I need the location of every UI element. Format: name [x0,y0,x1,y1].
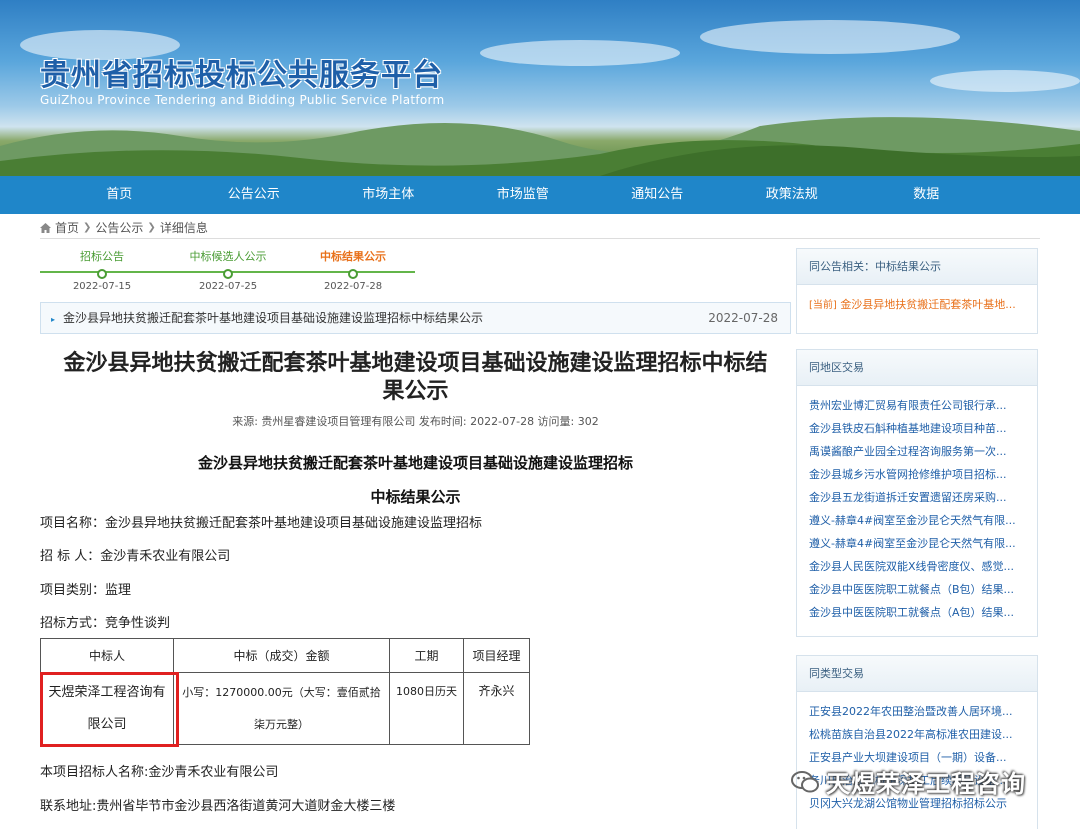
timeline-dot [97,269,107,279]
announcement-date: 2022-07-28 [708,311,778,325]
list-item[interactable]: 贵州宏业博汇贸易有限责任公司银行承... [809,394,1024,417]
amount-line-2: 柒万元整） [254,717,309,731]
amount-line-1: 小写：1270000.00元（大写：壹佰贰拾 [182,685,381,699]
chevron-right-icon: ❯ [83,222,92,233]
tenderer-name-footer: 本项目招标人名称:金沙青禾农业有限公司 [40,765,279,780]
header-banner: 贵州省招标投标公共服务平台 GuiZhou Province Tendering… [0,0,1080,176]
amount-cell: 小写：1270000.00元（大写：壹佰贰拾 柒万元整） [173,672,390,745]
contact-address: 联系地址:贵州省毕节市金沙县西洛街道黄河大道财金大楼三楼 [40,799,396,814]
home-icon [40,222,51,233]
table-header: 项目经理 [463,638,530,673]
sidebar-related-title: 同公告相关：中标结果公示 [797,249,1037,285]
timeline-date: 2022-07-25 [198,281,258,292]
breadcrumb: 首页 ❯ 公告公示 ❯ 详细信息 [40,219,208,236]
timeline-label: 中标结果公示 [320,250,386,263]
table-header: 中标（成交）金额 [173,638,390,673]
timeline-date: 2022-07-28 [323,281,383,292]
list-item[interactable]: 遵义-赫章4#阀室至金沙昆仑天然气有限... [809,532,1024,555]
triangle-right-icon: ▸ [51,315,56,324]
timeline-step-tender[interactable]: 招标公告 2022-07-15 [52,248,152,292]
site-title[interactable]: 贵州省招标投标公共服务平台 [40,50,443,94]
main-nav: 首页 公告公示 市场主体 市场监管 通知公告 政策法规 数据 [0,176,1080,214]
site-subtitle: GuiZhou Province Tendering and Bidding P… [40,93,445,107]
divider [40,238,1040,239]
sidebar-region-title: 同地区交易 [797,350,1037,386]
timeline-dot [223,269,233,279]
period-cell: 1080日历天 [389,672,464,745]
table-row: 天煜荣泽工程咨询有 限公司 小写：1270000.00元（大写：壹佰贰拾 柒万元… [40,672,530,745]
list-item[interactable]: 金沙县中医医院职工就餐点（A包）结果... [809,601,1024,624]
timeline-label: 招标公告 [80,250,124,263]
nav-item-notices[interactable]: 通知公告 [590,176,725,214]
list-item[interactable]: 遵义-赫章4#阀室至金沙昆仑天然气有限... [809,509,1024,532]
tender-method: 招标方式：竞争性谈判 [40,616,171,631]
nav-item-data[interactable]: 数据 [859,176,994,214]
sidebar-type: 同类型交易 正安县2022年农田整治暨改善人居环境... 松桃苗族自治县2022… [796,655,1038,829]
sidebar-related: 同公告相关：中标结果公示 [当前] 金沙县异地扶贫搬迁配套茶叶基地... [796,248,1038,334]
timeline-dot [348,269,358,279]
breadcrumb-announcements[interactable]: 公告公示 [95,219,143,236]
list-item[interactable]: 金沙县城乡污水管网抢修维护项目招标... [809,463,1024,486]
list-item[interactable]: 金沙县中医医院职工就餐点（B包）结果... [809,578,1024,601]
wechat-icon [791,770,819,792]
nav-item-policies[interactable]: 政策法规 [725,176,860,214]
wechat-watermark: 天煜荣泽工程咨询 [790,764,1026,799]
timeline-date: 2022-07-15 [72,281,132,292]
nav-item-home[interactable]: 首页 [52,176,187,214]
title-line-1: 金沙县异地扶贫搬迁配套茶叶基地建设项目基础设施建设监理招标中标结 [63,351,768,376]
table-header: 中标人 [40,638,174,673]
article-meta: 来源: 贵州星睿建设项目管理有限公司 发布时间: 2022-07-28 访问量:… [232,415,599,428]
document-heading: 金沙县异地扶贫搬迁配套茶叶基地建设项目基础设施建设监理招标 [197,454,633,472]
table-header: 工期 [389,638,464,673]
timeline-step-candidates[interactable]: 中标候选人公示 2022-07-25 [178,248,278,292]
page-title: 金沙县异地扶贫搬迁配套茶叶基地建设项目基础设施建设监理招标中标结 果公示 [40,350,791,406]
list-item[interactable]: 金沙县铁皮石斛种植基地建设项目种苗... [809,417,1024,440]
project-category: 项目类别：监理 [40,583,132,598]
result-table: 中标人 中标（成交）金额 工期 项目经理 天煜荣泽工程咨询有 限公司 小写：12… [40,638,530,745]
list-item[interactable]: 金沙县五龙街道拆迁安置遗留还房采购... [809,486,1024,509]
chevron-right-icon: ❯ [147,222,156,233]
sidebar-region: 同地区交易 贵州宏业博汇贸易有限责任公司银行承... 金沙县铁皮石斛种植基地建设… [796,349,1038,637]
current-tag: [当前] [809,300,837,311]
title-line-2: 果公示 [382,379,449,404]
breadcrumb-home[interactable]: 首页 [55,219,79,236]
sidebar-current-link[interactable]: [当前] 金沙县异地扶贫搬迁配套茶叶基地... [809,293,1024,317]
sidebar-type-title: 同类型交易 [797,656,1037,692]
list-item[interactable]: 松桃苗族自治县2022年高标准农田建设... [809,723,1024,746]
timeline-step-result[interactable]: 中标结果公示 2022-07-28 [303,248,403,292]
announcement-bar[interactable]: ▸ 金沙县异地扶贫搬迁配套茶叶基地建设项目基础设施建设监理招标中标结果公示 202… [40,302,791,334]
nav-item-market-entities[interactable]: 市场主体 [321,176,456,214]
process-timeline: 招标公告 2022-07-15 中标候选人公示 2022-07-25 中标结果公… [40,248,420,293]
nav-item-market-supervision[interactable]: 市场监管 [456,176,591,214]
list-item[interactable]: 正安县2022年农田整治暨改善人居环境... [809,700,1024,723]
winner-cell: 天煜荣泽工程咨询有 限公司 [40,672,174,745]
winner-line-1: 天煜荣泽工程咨询有 [48,684,166,700]
mountain-landscape [0,117,1080,176]
document-subheading: 中标结果公示 [370,488,461,506]
announcement-title[interactable]: 金沙县异地扶贫搬迁配套茶叶基地建设项目基础设施建设监理招标中标结果公示 [63,311,483,325]
timeline-label: 中标候选人公示 [189,250,267,263]
winner-line-2: 限公司 [87,716,127,732]
watermark-text: 天煜荣泽工程咨询 [826,770,1026,798]
list-item[interactable]: 金沙县人民医院双能X线骨密度仪、感觉... [809,555,1024,578]
nav-item-announcements[interactable]: 公告公示 [187,176,322,214]
list-item[interactable]: 禹谟酱酿产业园全过程咨询服务第一次... [809,440,1024,463]
manager-cell: 齐永兴 [463,672,530,745]
project-name: 项目名称：金沙县异地扶贫搬迁配套茶叶基地建设项目基础设施建设监理招标 [40,516,483,531]
breadcrumb-current: 详细信息 [159,221,208,235]
tenderer: 招 标 人：金沙青禾农业有限公司 [40,549,231,564]
current-link-text[interactable]: 金沙县异地扶贫搬迁配套茶叶基地... [840,298,1016,311]
